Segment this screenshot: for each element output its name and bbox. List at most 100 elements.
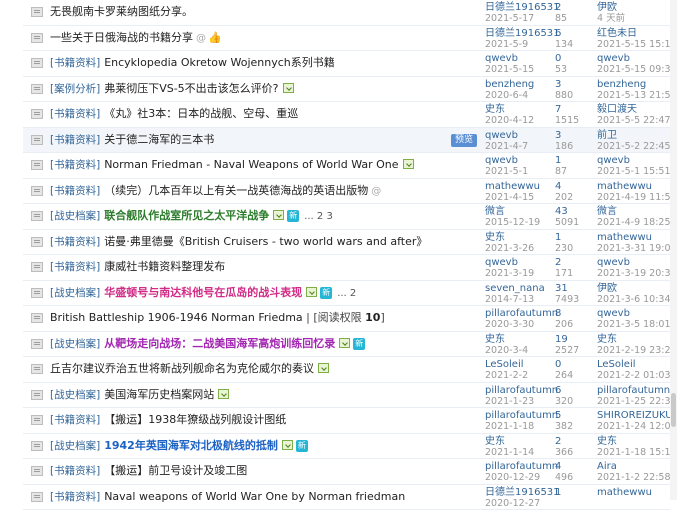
folder-icon[interactable] [31, 237, 43, 247]
last-post-time[interactable]: 4 天前 [597, 13, 667, 24]
thread-author[interactable]: 史东 [485, 232, 555, 243]
thread-category-link[interactable]: [案例分析] [50, 83, 100, 95]
reply-count[interactable]: 8 [555, 308, 597, 319]
folder-icon[interactable] [31, 262, 43, 272]
thread-title-link[interactable]: 【搬运】前卫号设计及竣工图 [104, 464, 247, 477]
folder-icon[interactable] [31, 58, 43, 68]
thread-category-link[interactable]: [战史档案] [50, 287, 100, 299]
folder-icon[interactable] [31, 364, 43, 374]
thread-title-link[interactable]: 关于德二海军的三本书 [104, 133, 214, 146]
thread-title-link[interactable]: 联合舰队作战室所见之太平洋战争 [104, 209, 269, 222]
last-post-time[interactable]: 2021-1-25 22:30 [597, 396, 667, 407]
reply-count[interactable]: 4 [555, 181, 597, 192]
reply-count[interactable]: 2 [555, 436, 597, 447]
last-post-time[interactable]: 2021-5-2 22:45 [597, 141, 667, 152]
last-post-time[interactable]: 2021-4-9 18:25 [597, 217, 667, 228]
thread-category-link[interactable]: [战史档案] [50, 389, 100, 401]
thread-author[interactable]: qwevb [485, 155, 555, 166]
thread-category-link[interactable]: [战史档案] [50, 440, 100, 452]
scrollbar-thumb[interactable] [671, 393, 676, 427]
folder-icon[interactable] [31, 313, 43, 323]
thread-author[interactable]: qwevb [485, 53, 555, 64]
reply-count[interactable]: 2 [555, 2, 597, 13]
thread-pages[interactable]: ... 2 3 [304, 211, 333, 222]
thread-title-link[interactable]: （续完）几本百年以上有关一战英德海战的英语出版物 [104, 184, 368, 197]
thread-author[interactable]: 日德兰1916531 [485, 28, 555, 39]
thread-author[interactable]: benzheng [485, 79, 555, 90]
thread-category-link[interactable]: [书籍资料] [50, 57, 100, 69]
reply-count[interactable]: 3 [555, 79, 597, 90]
reply-count[interactable]: 0 [555, 53, 597, 64]
last-post-user[interactable]: SHIROREIZUKU [597, 410, 667, 421]
folder-icon[interactable] [31, 492, 43, 502]
last-post-user[interactable]: qwevb [597, 53, 667, 64]
thread-category-link[interactable]: [书籍资料] [50, 185, 100, 197]
thread-author[interactable]: 日德兰1916531 [485, 2, 555, 13]
folder-icon[interactable] [31, 160, 43, 170]
last-post-user[interactable]: Aira [597, 461, 667, 472]
reply-count[interactable]: 4 [555, 461, 597, 472]
scrollbar[interactable] [670, 0, 677, 500]
thread-title-link[interactable]: 丘吉尔建议乔治五世将新战列舰命名为克伦威尔的奏议 [50, 362, 314, 375]
thread-title-link[interactable]: 诺曼·弗里德曼《British Cruisers - two world war… [104, 235, 427, 248]
folder-icon[interactable] [31, 7, 43, 17]
thread-title-link[interactable]: 1942年英国海军对北极航线的抵制 [104, 439, 278, 452]
thread-author[interactable]: pillarofautumn [485, 461, 555, 472]
thread-author[interactable]: seven_nana [485, 283, 555, 294]
last-post-user[interactable]: 毅口渡天 [597, 104, 667, 115]
preview-button[interactable]: 预览 [451, 134, 477, 147]
thread-title-link[interactable]: 美国海军历史档案网站 [104, 388, 214, 401]
thread-author[interactable]: 微言 [485, 206, 555, 217]
thread-category-link[interactable]: [书籍资料] [50, 261, 100, 273]
reply-count[interactable]: 1 [555, 155, 597, 166]
last-post-time[interactable]: 2021-5-13 21:56 [597, 90, 667, 101]
last-post-time[interactable]: 2021-3-31 19:06 [597, 243, 667, 254]
folder-icon[interactable] [31, 390, 43, 400]
last-post-time[interactable]: 2021-5-1 15:51 [597, 166, 667, 177]
last-post-user[interactable]: mathewwu [597, 181, 667, 192]
reply-count[interactable]: 1 [555, 232, 597, 243]
last-post-user[interactable]: mathewwu [597, 232, 667, 243]
thread-author[interactable]: LeSoleil [485, 359, 555, 370]
folder-icon[interactable] [31, 415, 43, 425]
last-post-user[interactable]: 伊欧 [597, 283, 667, 294]
last-post-time[interactable]: 2021-5-15 15:13 [597, 39, 667, 50]
thread-category-link[interactable]: [书籍资料] [50, 108, 100, 120]
thread-category-link[interactable]: [战史档案] [50, 210, 100, 222]
last-post-time[interactable]: 2021-1-24 12:01 [597, 421, 667, 432]
last-post-user[interactable]: benzheng [597, 79, 667, 90]
last-post-time[interactable]: 2021-1-18 15:10 [597, 447, 667, 458]
last-post-user[interactable]: 红色未日 [597, 28, 667, 39]
thread-author[interactable]: 史东 [485, 436, 555, 447]
last-post-time[interactable]: 2021-4-19 11:58 [597, 192, 667, 203]
folder-icon[interactable] [31, 211, 43, 221]
thread-category-link[interactable]: [书籍资料] [50, 491, 100, 503]
reply-count[interactable]: 19 [555, 334, 597, 345]
reply-count[interactable]: 2 [555, 257, 597, 268]
last-post-time[interactable]: 2021-5-15 09:37 [597, 64, 667, 75]
folder-icon[interactable] [31, 186, 43, 196]
last-post-time[interactable]: 2021-2-19 23:24 [597, 345, 667, 356]
folder-icon[interactable] [31, 339, 43, 349]
last-post-time[interactable]: 2021-5-5 22:47 [597, 115, 667, 126]
thread-pages[interactable]: ... 2 [337, 288, 356, 299]
reply-count[interactable]: 0 [555, 359, 597, 370]
thread-category-link[interactable]: [书籍资料] [50, 236, 100, 248]
reply-count[interactable]: 3 [555, 130, 597, 141]
folder-icon[interactable] [31, 135, 43, 145]
thread-category-link[interactable]: [战史档案] [50, 338, 100, 350]
thread-author[interactable]: 史东 [485, 104, 555, 115]
last-post-user[interactable]: qwevb [597, 155, 667, 166]
folder-icon[interactable] [31, 466, 43, 476]
reply-count[interactable]: 31 [555, 283, 597, 294]
reply-count[interactable]: 6 [555, 28, 597, 39]
thread-title-link[interactable]: 康威社书籍资料整理发布 [104, 260, 225, 273]
last-post-time[interactable]: 2021-3-6 10:34 [597, 294, 667, 305]
folder-icon[interactable] [31, 84, 43, 94]
last-post-time[interactable]: 2021-2-2 01:03 [597, 370, 667, 381]
reply-count[interactable]: 7 [555, 104, 597, 115]
last-post-user[interactable]: 史东 [597, 334, 667, 345]
last-post-time[interactable]: 2021-1-2 22:58 [597, 472, 667, 483]
thread-title-link[interactable]: British Battleship 1906-1946 Norman Frie… [50, 311, 303, 324]
last-post-user[interactable]: 伊欧 [597, 2, 667, 13]
